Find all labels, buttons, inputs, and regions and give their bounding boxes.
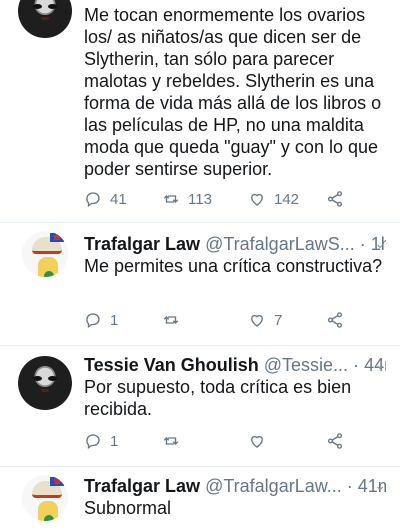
retweet-icon (163, 195, 179, 203)
reply-button[interactable]: 41 (84, 190, 162, 208)
retweet-count: 113 (188, 190, 212, 208)
user-name[interactable]: Trafalgar Law (84, 476, 200, 496)
user-name[interactable]: Tessie Van Ghoulish (84, 355, 259, 375)
separator-dot: · (346, 476, 353, 496)
chevron-down-icon[interactable]: ⌄ (374, 477, 386, 494)
like-button[interactable]: 142 (248, 190, 326, 208)
tweet[interactable]: Me tocan enormemente los ovarios los/ as… (0, 0, 400, 222)
like-button[interactable]: 7 (248, 311, 326, 329)
separator-dot: · (359, 234, 366, 254)
anime-character-avatar-icon[interactable] (22, 231, 68, 277)
tweet-actions: 1 (84, 432, 400, 450)
share-button[interactable] (326, 432, 400, 450)
goth-girl-avatar-icon[interactable] (18, 0, 72, 38)
heart-icon (251, 435, 263, 448)
share-icon (327, 312, 343, 328)
retweet-icon (163, 316, 179, 324)
reply-icon (86, 434, 100, 450)
reply-icon (86, 192, 100, 208)
chevron-down-icon[interactable]: ⌄ (374, 235, 386, 252)
retweet-button[interactable] (162, 432, 248, 450)
share-icon (327, 191, 343, 207)
tweet-header: Trafalgar Law @TrafalgarLawS... · 1h (84, 233, 386, 255)
reply-count: 41 (110, 190, 127, 208)
reply-count: 1 (110, 432, 119, 450)
tweet-header: Trafalgar Law @TrafalgarLaw... · 41m (84, 475, 386, 497)
share-button[interactable] (326, 311, 400, 329)
separator-dot: · (353, 355, 360, 375)
tweet-text: Subnormal (84, 498, 172, 518)
goth-girl-avatar-icon[interactable] (18, 356, 72, 410)
like-button[interactable] (248, 432, 326, 450)
heart-icon (251, 314, 263, 327)
tweet-text: Me tocan enormemente los ovarios los/ as… (84, 5, 382, 179)
tweet-text: Por supuesto, toda crítica es bien recib… (84, 377, 352, 419)
user-handle[interactable]: @TrafalgarLaw... (205, 476, 342, 496)
reply-button[interactable]: 1 (84, 311, 162, 329)
like-count: 142 (274, 190, 300, 208)
anime-character-avatar-icon[interactable] (22, 475, 68, 521)
retweet-icon (163, 437, 179, 445)
tweet-actions: 1 7 (84, 311, 400, 329)
tweet[interactable]: Trafalgar Law @TrafalgarLawS... · 1h ⌄ M… (0, 223, 400, 345)
tweet[interactable]: Tessie Van Ghoulish @Tessie... · 44m ⌄ P… (0, 346, 400, 466)
retweet-button[interactable] (162, 311, 248, 329)
user-handle[interactable]: @TrafalgarLawS... (205, 234, 355, 254)
reply-icon (86, 313, 100, 329)
like-count: 7 (274, 311, 283, 329)
user-name[interactable]: Trafalgar Law (84, 234, 200, 254)
reply-button[interactable]: 1 (84, 432, 162, 450)
tweet-text: Me permites una crítica constructiva? (84, 256, 383, 276)
tweet-actions: 41 113 142 (84, 190, 400, 208)
user-handle[interactable]: @Tessie... (264, 355, 348, 375)
retweet-button[interactable]: 113 (162, 190, 248, 208)
share-icon (327, 433, 343, 449)
heart-icon (251, 193, 263, 206)
share-button[interactable] (326, 190, 400, 208)
tweet[interactable]: Trafalgar Law @TrafalgarLaw... · 41m ⌄ S… (0, 467, 400, 530)
chevron-down-icon[interactable]: ⌄ (374, 356, 386, 373)
reply-count: 1 (110, 311, 119, 329)
tweet-header: Tessie Van Ghoulish @Tessie... · 44m (84, 354, 386, 376)
